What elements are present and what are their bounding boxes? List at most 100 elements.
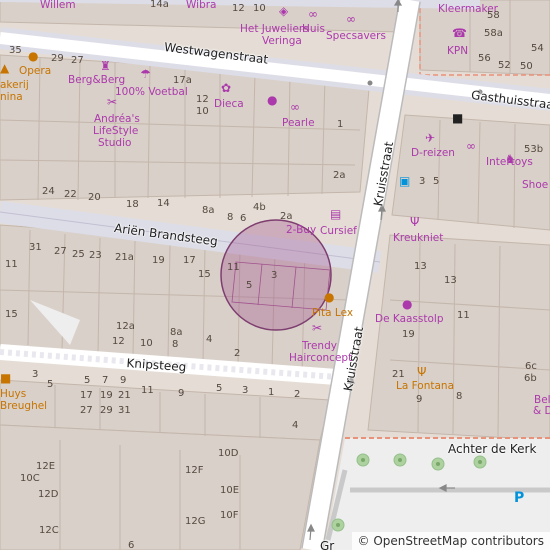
poi-label-bakkerij-2[interactable]: nina [0, 92, 23, 103]
house-number: 27 [80, 405, 93, 416]
glasses-icon: ∞ [290, 100, 300, 114]
map-canvas[interactable]: Westwagenstraat Gasthuisstraat Ariën Bra… [0, 0, 550, 550]
poi-label-d-reizen[interactable]: D-reizen [411, 148, 455, 159]
house-number: 6b [524, 373, 537, 384]
house-number: 29 [100, 405, 113, 416]
poi-label-huys[interactable]: Huys [0, 389, 26, 400]
house-number: 9 [120, 375, 127, 386]
house-number: 23 [89, 250, 102, 261]
house-number: 17 [80, 390, 93, 401]
hairdresser-icon: ✂ [312, 321, 323, 335]
poi-label-veringa[interactable]: Veringa [262, 36, 302, 47]
house-number: 21 [118, 390, 131, 401]
fastfood-icon: ● [324, 290, 335, 304]
lock-icon: ■ [452, 111, 464, 125]
house-number: 3 [419, 176, 426, 187]
house-number: 8a [170, 327, 183, 338]
house-number: 19 [152, 255, 165, 266]
house-number: 21 [392, 369, 405, 380]
poi-label-trendy-2[interactable]: Hairconcept [289, 353, 352, 364]
house-number: 10 [140, 338, 153, 349]
poi-label-intertoys[interactable]: Intertoys [486, 157, 533, 168]
house-number: 31 [29, 242, 42, 253]
poi-label-bakkerij[interactable]: akerij [0, 80, 29, 91]
house-number: 2a [280, 211, 293, 222]
bakery-icon: ▲ [0, 61, 10, 75]
house-number: 14 [157, 198, 170, 209]
house-number: 12C [39, 525, 59, 536]
street-label-achter-de-kerk: Achter de Kerk [448, 442, 537, 456]
poi-label-willem[interactable]: Willem [40, 0, 76, 11]
poi-label-berg-berg[interactable]: Berg&Berg [68, 75, 125, 86]
house-number: 10C [20, 473, 40, 484]
poi-label-shoe[interactable]: Shoe [522, 180, 548, 191]
house-number: 11 [457, 310, 470, 321]
house-number: 10D [218, 448, 239, 459]
poi-label-cursief[interactable]: Cursief [320, 226, 357, 237]
house-number: 35 [9, 45, 22, 56]
glasses-icon: ∞ [346, 12, 356, 26]
house-number: 4b [253, 202, 266, 213]
glasses-icon: ∞ [308, 7, 318, 21]
house-number: 5 [433, 176, 440, 187]
parking-icon[interactable]: P [514, 491, 524, 505]
house-number: 14a [150, 0, 169, 10]
house-number: 10 [253, 3, 266, 14]
house-number: 5 [84, 375, 91, 386]
bus-stop-icon: ▣ [399, 174, 411, 188]
house-number: 4 [206, 334, 213, 345]
house-number: 5 [246, 280, 253, 291]
house-number: 15 [5, 309, 18, 320]
poi-label-dieca[interactable]: Dieca [214, 99, 244, 110]
book-icon: ▤ [330, 207, 342, 221]
house-number: 19 [100, 390, 113, 401]
house-number: 8a [202, 205, 215, 216]
house-number: 24 [42, 186, 55, 197]
poi-label-andreas[interactable]: Andréa's [94, 114, 140, 125]
poi-label-trendy[interactable]: Trendy [302, 341, 337, 352]
poi-label-kpn[interactable]: KPN [447, 46, 468, 57]
house-number: 9 [416, 394, 423, 405]
attribution-text[interactable]: © OpenStreetMap contributors [358, 534, 544, 548]
house-number: 56 [478, 53, 491, 64]
house-number: 18 [126, 199, 139, 210]
house-number: 12a [116, 321, 135, 332]
pub-icon: ■ [0, 371, 12, 385]
poi-label-100-voetbal[interactable]: 100% Voetbal [115, 87, 188, 98]
poi-label-2-buy[interactable]: 2-Buy [286, 225, 316, 236]
poi-label-andreas-2[interactable]: LifeStyle [93, 126, 138, 137]
poi-label-pita-lex[interactable]: Pita Lex [312, 308, 353, 319]
poi-label-pearle[interactable]: Pearle [282, 118, 315, 129]
house-number: 31 [118, 405, 131, 416]
house-number: 2 [294, 389, 301, 400]
house-number: 15 [198, 269, 211, 280]
shirt-icon: ♜ [100, 59, 111, 73]
house-number: 50 [520, 61, 533, 72]
house-number: 12D [38, 489, 59, 500]
house-number: 8 [227, 212, 234, 223]
ring-icon: ◈ [279, 4, 289, 18]
house-number: 5 [216, 383, 223, 394]
house-number: 9 [178, 388, 185, 399]
poi-label-andreas-3[interactable]: Studio [98, 138, 131, 149]
poi-label-specsavers[interactable]: Specsavers [326, 31, 386, 42]
house-number: 54 [531, 43, 544, 54]
poi-label-la-fontana[interactable]: La Fontana [396, 381, 454, 392]
house-number: 4 [292, 420, 299, 431]
poi-label-de-kaasstolp[interactable]: De Kaasstolp [375, 314, 444, 325]
poi-label-kreukniet[interactable]: Kreukniet [393, 233, 443, 244]
poi-label-wibra[interactable]: Wibra [186, 0, 217, 11]
poi-label-het-juweliershuis-2[interactable]: Huis [302, 24, 325, 35]
poi-label-opera[interactable]: Opera [19, 66, 51, 77]
map-attribution[interactable]: © OpenStreetMap contributors [351, 532, 550, 550]
house-number: 8 [172, 339, 179, 350]
poi-label-bel-2[interactable]: & D [533, 406, 550, 417]
house-number: 2a [333, 170, 346, 181]
house-number: 22 [64, 189, 77, 200]
house-number: 17 [183, 255, 196, 266]
poi-label-bel[interactable]: Bel [534, 395, 550, 406]
poi-label-huys-2[interactable]: Breughel [0, 401, 47, 412]
poi-label-het-juweliershuis[interactable]: Het Juweliers [240, 24, 309, 35]
shop-dot-icon: ● [402, 297, 413, 311]
street-label-bottom-partial: Gr [320, 539, 335, 550]
